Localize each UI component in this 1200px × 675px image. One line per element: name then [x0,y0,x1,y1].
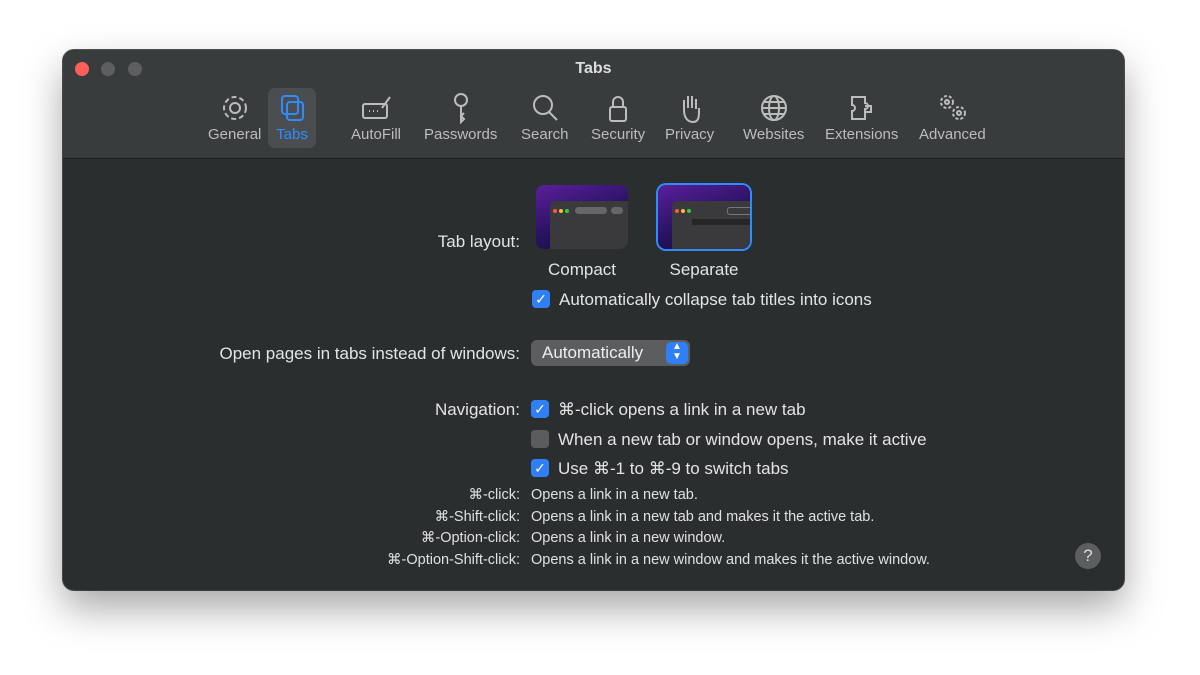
navigation-checkbox[interactable]: ✓ [531,459,549,477]
open-pages-label: Open pages in tabs instead of windows: [219,344,520,363]
collapse-label: Automatically collapse tab titles into i… [559,290,872,309]
preferences-window: Tabs General Tabs AutoFill Passwords Search S… [63,50,1124,590]
toolbar-item-label: General [208,126,262,143]
toolbar-item-label: Advanced [919,126,986,143]
open-pages-select[interactable]: Automatically ▲ ▼ [531,340,690,366]
tab-security[interactable]: Security [583,88,653,148]
navigation-option-label: Use ⌘-1 to ⌘-9 to switch tabs [558,459,789,478]
search-icon [532,95,558,121]
lock-icon [609,96,628,122]
navigation-option-label: ⌘-click opens a link in a new tab [558,400,806,419]
collapse-checkbox[interactable]: ✓ [532,290,550,308]
help-button[interactable]: ? [1075,543,1101,569]
toolbar-item-label: Privacy [665,126,715,143]
navigation-checkbox[interactable] [531,429,549,448]
toolbar-item-label: Tabs [276,126,308,143]
shortcut-key: ⌘-Shift-click: [434,508,520,525]
tab-layout-label: Tab layout: [437,232,520,251]
tab-extensions[interactable]: Extensions [817,88,906,148]
hand-icon [682,96,700,124]
autofill-icon [362,96,391,119]
navigation-checkbox[interactable]: ✓ [531,400,549,418]
compact-label: Compact [547,260,617,279]
tabs-icon [281,95,304,121]
key-icon [453,93,468,124]
tab-search[interactable]: Search [513,88,577,148]
chevron-updown-icon: ▲ ▼ [666,342,688,364]
shortcut-key: ⌘-Option-Shift-click: [387,551,520,568]
toolbar-item-label: Security [591,126,646,143]
tab-websites[interactable]: Websites [735,88,812,148]
gear-icon [222,96,247,120]
tab-general[interactable]: General [200,88,269,148]
shortcut-key: ⌘-click: [468,487,520,503]
shortcut-description: Opens a link in a new window. [531,530,726,546]
tab-tabs[interactable]: Tabs [268,88,316,148]
tab-passwords[interactable]: Passwords [416,88,505,148]
toolbar-item-label: Search [521,126,569,143]
toolbar-item-label: Passwords [424,126,498,143]
toolbar-item-label: AutoFill [351,126,402,143]
globe-icon [760,95,787,121]
tab-privacy[interactable]: Privacy [657,88,722,148]
tab-autofill[interactable]: AutoFill [343,88,409,148]
open-pages-value: Automatically [542,343,644,362]
separate-layout-option[interactable] [658,185,750,249]
tab-advanced[interactable]: Advanced [911,88,994,148]
shortcut-description: Opens a link in a new tab and makes it t… [531,508,875,525]
shortcut-description: Opens a link in a new tab. [531,487,698,503]
navigation-label: Navigation: [434,400,520,419]
shortcut-key: ⌘-Option-click: [420,530,520,546]
puzzle-icon [850,96,872,120]
window-title: Tabs [575,60,612,77]
toolbar: Tabs General Tabs AutoFill Passwords Search S… [63,50,1124,159]
navigation-option-label: When a new tab or window opens, make it … [558,429,927,449]
separate-label: Separate [669,260,739,279]
shortcut-description: Opens a link in a new window and makes i… [531,551,930,568]
toolbar-item-label: Extensions [825,126,899,143]
gears-icon [940,95,967,120]
compact-layout-option[interactable] [536,185,628,249]
toolbar-item-label: Websites [743,126,805,143]
